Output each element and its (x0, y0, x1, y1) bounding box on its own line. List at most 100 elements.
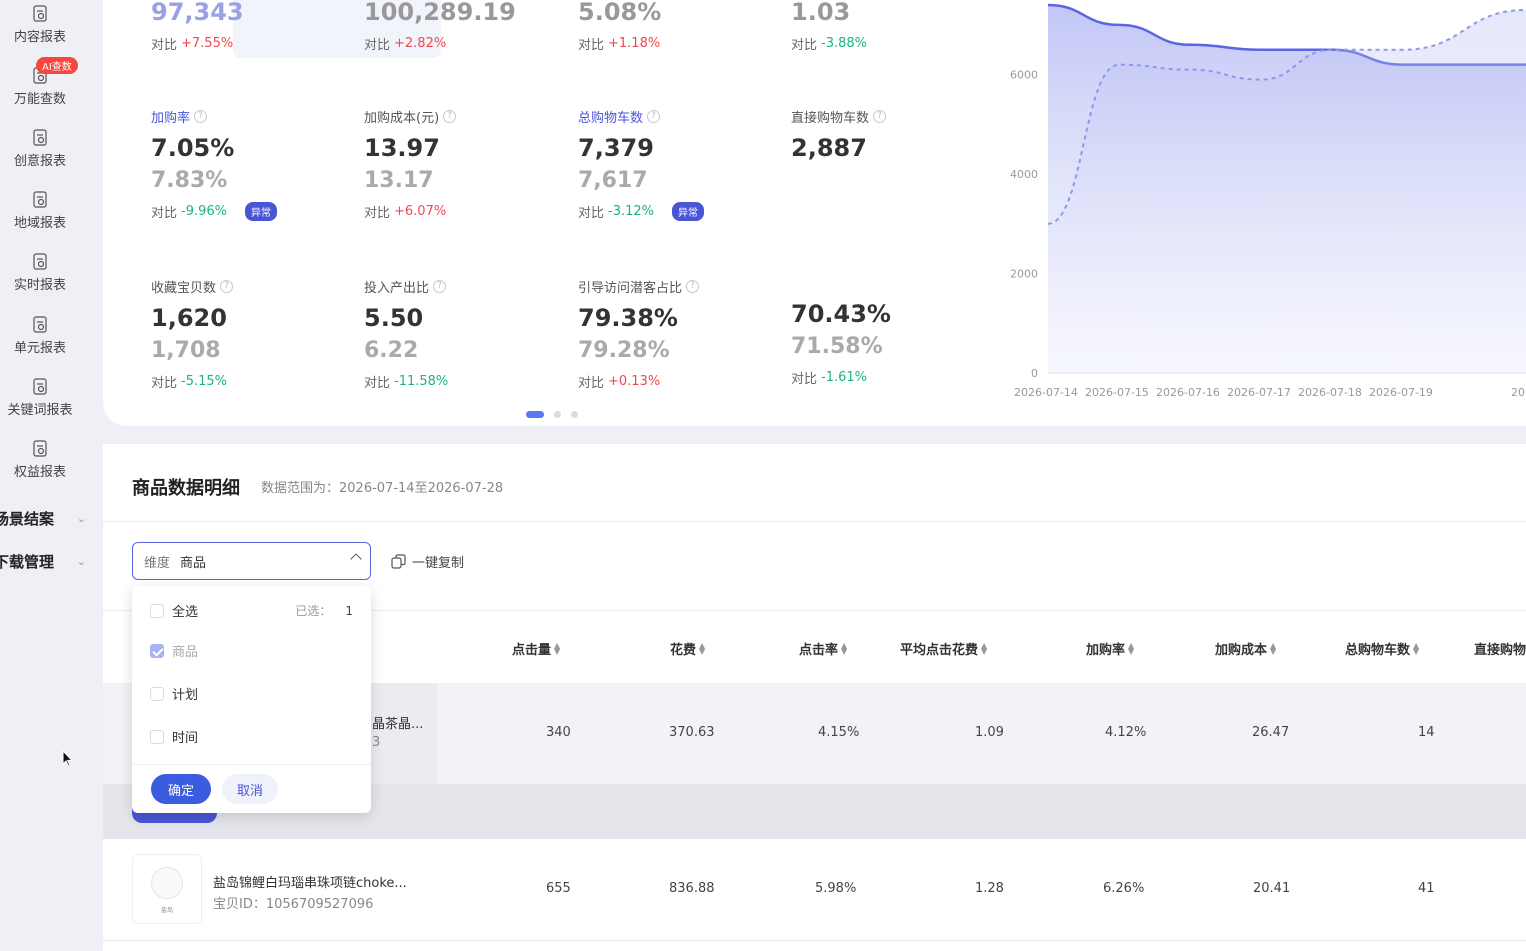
cell-add-cart-rate: 4.12% (1105, 725, 1147, 740)
column-header[interactable]: 加购率 ▲ ▼ (1086, 639, 1134, 658)
metric-value: 97,343 (151, 0, 244, 26)
anomaly-badge[interactable]: 异常 (245, 202, 278, 221)
column-header[interactable]: 花费 ▲ ▼ (670, 639, 705, 658)
help-icon[interactable]: ? (647, 110, 661, 123)
trend-chart[interactable]: 0 2000 4000 6000 2026-07-14 2026-07-15 2026-0… (1000, 0, 1526, 410)
help-icon[interactable]: ? (433, 280, 447, 293)
metric-previous: 1,708 (151, 338, 221, 363)
metric-value: 79.38% (578, 304, 678, 332)
cell-cpc: 1.28 (975, 881, 1004, 896)
cell-ctr: 5.98% (815, 881, 857, 896)
compare-value: -1.61% (821, 370, 868, 385)
x-tick-label: 2026-07-14 (1014, 386, 1078, 399)
metric-cpc[interactable]: 1.03 对比 -3.88% (791, 0, 991, 53)
product-thumbnail[interactable]: 盐岛 (132, 854, 202, 924)
column-label: 加购率 (1086, 643, 1126, 658)
metric-add-cart-rate[interactable]: 加购率? 7.05% 7.83% 对比 -9.96% 异常 (151, 107, 351, 221)
metric-name: 直接购物车数 (791, 111, 870, 126)
report-icon (33, 316, 47, 333)
metric-roi[interactable]: 投入产出比? 5.50 6.22 对比 -11.58% (364, 277, 564, 391)
carousel-dot[interactable] (571, 411, 578, 418)
sidebar-item-region-report[interactable]: 地域报表 (0, 190, 80, 231)
cell-add-cart-cost: 20.41 (1253, 881, 1291, 896)
metric-clicks[interactable]: 97,343 对比 +7.55% (151, 0, 351, 53)
metric-value: 7,379 (578, 134, 654, 162)
column-label: 平均点击花费 (900, 643, 979, 658)
sidebar-item-creative-report[interactable]: 创意报表 (0, 128, 80, 169)
metric-ctr[interactable]: 5.08% 对比 +1.18% (578, 0, 778, 53)
selected-count: 已选： 1 (295, 602, 353, 619)
copy-label: 一键复制 (412, 556, 465, 571)
column-label: 总购物车数 (1345, 643, 1411, 658)
confirm-button[interactable]: 确定 (151, 774, 211, 804)
cancel-button[interactable]: 取消 (222, 774, 278, 804)
report-icon (33, 378, 47, 395)
column-header[interactable]: 总购物车数 ▲ ▼ (1345, 639, 1419, 658)
product-name[interactable]: 晶茶晶... (372, 713, 423, 732)
cell-clicks: 340 (546, 725, 571, 740)
help-icon[interactable]: ? (220, 280, 234, 293)
metric-name: 加购率 (151, 111, 191, 126)
column-header[interactable]: 平均点击花费 ▲ ▼ (900, 639, 987, 658)
metric-direct-cart[interactable]: 直接购物车数? 2,887 (791, 107, 991, 162)
metric-favorites[interactable]: 收藏宝贝数? 1,620 1,708 对比 -5.15% (151, 277, 351, 391)
sidebar-item-realtime-report[interactable]: 实时报表 (0, 252, 80, 293)
help-icon[interactable]: ? (194, 110, 208, 123)
column-header[interactable]: 直接购物 (1474, 639, 1526, 658)
metric-unnamed-ratio[interactable]: 70.43% 71.58% 对比 -1.61% (791, 277, 991, 387)
metric-cost[interactable]: 100,289.19 对比 +2.82% (364, 0, 564, 53)
sidebar-item-label: 实时报表 (13, 278, 66, 293)
sidebar-item-keyword-report[interactable]: 关键词报表 (0, 377, 80, 418)
product-id: 宝贝ID：1056709527096 (213, 893, 373, 912)
metric-name: 收藏宝贝数 (151, 281, 217, 296)
sidebar-item-content-report[interactable]: 内容报表 (0, 4, 80, 45)
sidebar-group-scene-closing[interactable]: 场景结案 ⌄ (0, 508, 86, 529)
product-name[interactable]: 盐岛锦鲤白玛瑙串珠项链choke... (213, 872, 407, 891)
select-all-option[interactable]: 全选 (150, 601, 198, 620)
carousel-dot-active[interactable] (526, 411, 544, 418)
sidebar-group-download[interactable]: 下载管理 ⌄ (0, 551, 86, 572)
y-tick-label: 0 (1031, 367, 1038, 380)
sidebar-item-unit-report[interactable]: 单元报表 (0, 315, 80, 356)
thumbnail-brand: 盐岛 (161, 907, 174, 914)
metric-previous: 79.28% (578, 338, 670, 363)
anomaly-badge[interactable]: 异常 (672, 202, 705, 221)
column-header[interactable]: 点击率 ▲ ▼ (799, 639, 847, 658)
compare-label: 对比 (364, 38, 391, 53)
metric-value: 100,289.19 (364, 0, 516, 26)
help-icon[interactable]: ? (686, 280, 700, 293)
column-header[interactable]: 加购成本 ▲ ▼ (1215, 639, 1276, 658)
column-label: 花费 (670, 643, 697, 658)
metric-add-cart-cost[interactable]: 加购成本(元)? 13.97 13.17 对比 +6.07% (364, 107, 564, 221)
sidebar-item-label: 权益报表 (13, 465, 66, 480)
dimension-select[interactable]: 维度 商品 (132, 542, 371, 580)
metric-previous: 6.22 (364, 338, 419, 363)
metric-previous: 13.17 (364, 168, 434, 193)
report-icon (33, 191, 47, 208)
checkbox-checked[interactable] (150, 643, 164, 658)
cell-add-cart-cost: 26.47 (1252, 725, 1290, 740)
sort-icon: ▲ ▼ (554, 640, 561, 656)
checkbox[interactable] (150, 729, 164, 744)
product-id-value: 1056709527096 (265, 897, 374, 912)
option-plan[interactable]: 计划 (150, 684, 198, 703)
column-header[interactable]: 点击量 ▲ ▼ (512, 639, 560, 658)
help-icon[interactable]: ? (873, 110, 887, 123)
option-time[interactable]: 时间 (150, 727, 198, 746)
copy-button[interactable]: 一键复制 (391, 552, 464, 571)
option-label: 计划 (172, 688, 199, 703)
sidebar-item-rights-report[interactable]: 权益报表 (0, 439, 80, 480)
help-icon[interactable]: ? (443, 110, 457, 123)
checkbox[interactable] (150, 686, 164, 701)
compare-value: +7.55% (181, 36, 234, 51)
table-row[interactable]: 盐岛 盐岛锦鲤白玛瑙串珠项链choke... 宝贝ID：105670952709… (103, 839, 1526, 940)
sidebar-item-ai-query[interactable]: AI查数 万能查数 (0, 57, 80, 107)
option-product[interactable]: 商品 (150, 641, 198, 660)
sidebar-item-label: 关键词报表 (7, 403, 73, 418)
report-icon (33, 440, 47, 457)
carousel-dot[interactable] (554, 411, 561, 418)
divider (103, 521, 1526, 522)
checkbox[interactable] (150, 603, 164, 618)
metric-potential-visitor-ratio[interactable]: 引导访问潜客占比? 79.38% 79.28% 对比 +0.13% (578, 277, 778, 391)
metric-total-cart[interactable]: 总购物车数? 7,379 7,617 对比 -3.12% 异常 (578, 107, 778, 221)
